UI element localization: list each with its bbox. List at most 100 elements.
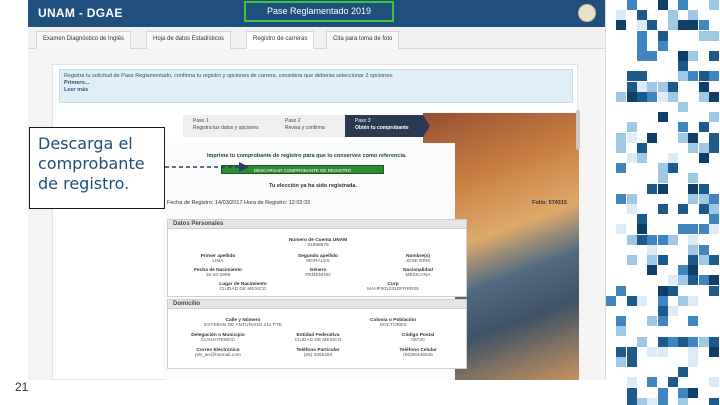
mosaic-tile: [647, 377, 658, 388]
step-2-desc: Revisa y confirma: [285, 125, 325, 131]
mosaic-tile: [616, 387, 627, 398]
mosaic-tile: [667, 326, 678, 337]
mosaic-tile: [616, 336, 627, 347]
mosaic-tile: [688, 51, 699, 61]
mosaic-tile: [709, 387, 719, 398]
mosaic-tile: [698, 316, 709, 327]
step-2-title: Paso 2: [285, 118, 301, 124]
mosaic-tile: [709, 397, 719, 405]
mosaic-tile: [647, 153, 658, 163]
mosaic-tile: [657, 204, 668, 214]
field-calle: Calle y Número ESTEBAN DE ANTUÑANO 211 P…: [168, 318, 318, 328]
mosaic-tile: [626, 153, 637, 163]
mosaic-tile: [698, 244, 709, 255]
mosaic-tile: [709, 204, 719, 214]
mosaic-tile: [606, 10, 616, 21]
mosaic-tile: [657, 346, 668, 357]
mosaic-tile: [709, 91, 719, 102]
step-3: Paso 3 Obtén tu comprobante: [345, 115, 430, 137]
mosaic-tile: [678, 285, 689, 296]
mosaic-tile: [698, 122, 709, 133]
mosaic-tile: [636, 336, 647, 347]
read-more-link[interactable]: Leer más: [64, 87, 568, 94]
field-value: LIMA: [212, 259, 224, 264]
tab-bar: Examen Diagnóstico de Inglés Hoja de dat…: [28, 27, 605, 49]
mosaic-tile: [647, 346, 658, 357]
mosaic-tile: [688, 173, 699, 184]
mosaic-tile: [678, 265, 689, 276]
domicilio-header: Domicilio: [168, 300, 466, 309]
page-number: 21: [15, 380, 29, 394]
registration-line: Fecha de Registro: 14/03/2017 Hora de Re…: [167, 200, 567, 206]
mosaic-tile: [698, 30, 709, 41]
mosaic-tile: [667, 234, 678, 245]
mosaic-tile: [647, 91, 658, 102]
mosaic-tile: [657, 163, 668, 174]
mosaic-tile: [636, 91, 647, 102]
mosaic-tile: [657, 173, 668, 184]
mosaic-tile: [667, 20, 678, 31]
mosaic-tile: [626, 122, 637, 133]
mosaic-tile: [688, 71, 699, 82]
tab-cita-foto[interactable]: Cita para toma de foto: [326, 31, 400, 49]
page-title: Pase Reglamentado 2019: [244, 1, 394, 22]
top-bar: UNAM - DGAE Pase Reglamentado 2019: [28, 0, 605, 27]
mosaic-tile: [698, 255, 709, 265]
field-colonia: Colonia o Población DOCTORES: [318, 318, 468, 328]
mosaic-tile: [667, 122, 678, 133]
mosaic-tile: [667, 275, 678, 286]
mosaic-tile: [647, 397, 658, 405]
domicilio-section: Domicilio Calle y Número ESTEBAN DE ANTU…: [167, 299, 467, 369]
datos-personales-section: Datos Personales Número de Cuenta UNAM 3…: [167, 219, 467, 297]
field-primer-apellido: Primer apellido LIMA: [168, 254, 268, 264]
mosaic-tile: [616, 142, 627, 153]
mosaic-tile: [657, 285, 668, 296]
mosaic-tile: [678, 367, 689, 378]
mosaic-tile: [626, 377, 637, 388]
step-2: Paso 2 Revisa y confirma: [275, 115, 352, 137]
mosaic-tile: [698, 204, 709, 214]
mosaic-tile: [678, 336, 689, 347]
mosaic-tile: [626, 295, 637, 306]
mosaic-tile: [688, 255, 699, 265]
field-celular: Teléfono Celular (55)65446546: [368, 348, 468, 358]
mosaic-tile: [647, 244, 658, 255]
mosaic-tile: [636, 224, 647, 235]
mosaic-tile: [616, 163, 627, 174]
mosaic-tile: [616, 10, 627, 21]
mosaic-tile: [667, 285, 678, 296]
mosaic-tile: [678, 61, 689, 72]
mosaic-tile: [657, 81, 668, 92]
field-value: ESTEBAN DE ANTUÑANO 211 PTE: [203, 323, 282, 328]
step-1: Paso 1 Registra tus datos y opciones: [183, 115, 282, 137]
avatar[interactable]: [578, 4, 596, 22]
scrollbar[interactable]: [576, 110, 580, 150]
mosaic-tile: [626, 346, 637, 357]
mosaic-tile: [678, 397, 689, 405]
tab-registro-carreras[interactable]: Registro de carreras: [246, 31, 315, 49]
tab-hoja-datos[interactable]: Hoja de datos Estadísticos: [146, 31, 232, 49]
mosaic-tile: [657, 224, 668, 235]
mosaic-tile: [647, 51, 658, 61]
mosaic-tile: [678, 0, 689, 10]
field-value: DOCTORES: [379, 323, 407, 328]
field-delegacion: Delegación o Municipio CUAUHTEMOC: [168, 333, 268, 343]
field-genero: Género FEMENINO: [268, 268, 368, 278]
mosaic-tile: [616, 377, 627, 388]
mosaic-tile: [626, 234, 637, 245]
field-value: prb_an@hotmail.com: [195, 353, 241, 358]
field-value: FEMENINO: [305, 273, 331, 278]
registration-date: Fecha de Registro: 14/03/2017 Hora de Re…: [167, 200, 311, 206]
mosaic-tile: [667, 163, 678, 174]
mosaic-tile: [678, 204, 689, 214]
mosaic-tile: [709, 112, 719, 123]
mosaic-tile: [709, 51, 719, 61]
folio: Folio: 574315: [532, 200, 567, 206]
mosaic-tile: [688, 132, 699, 143]
datos-personales-header: Datos Personales: [168, 220, 466, 229]
info-line-2: Primero...: [64, 80, 90, 86]
mosaic-tile: [636, 51, 647, 61]
mosaic-tile: [667, 81, 678, 92]
tab-examen-diagnostico[interactable]: Examen Diagnóstico de Inglés: [36, 31, 132, 49]
chosen-message: Tu elección ya ha sido registrada.: [269, 183, 357, 189]
